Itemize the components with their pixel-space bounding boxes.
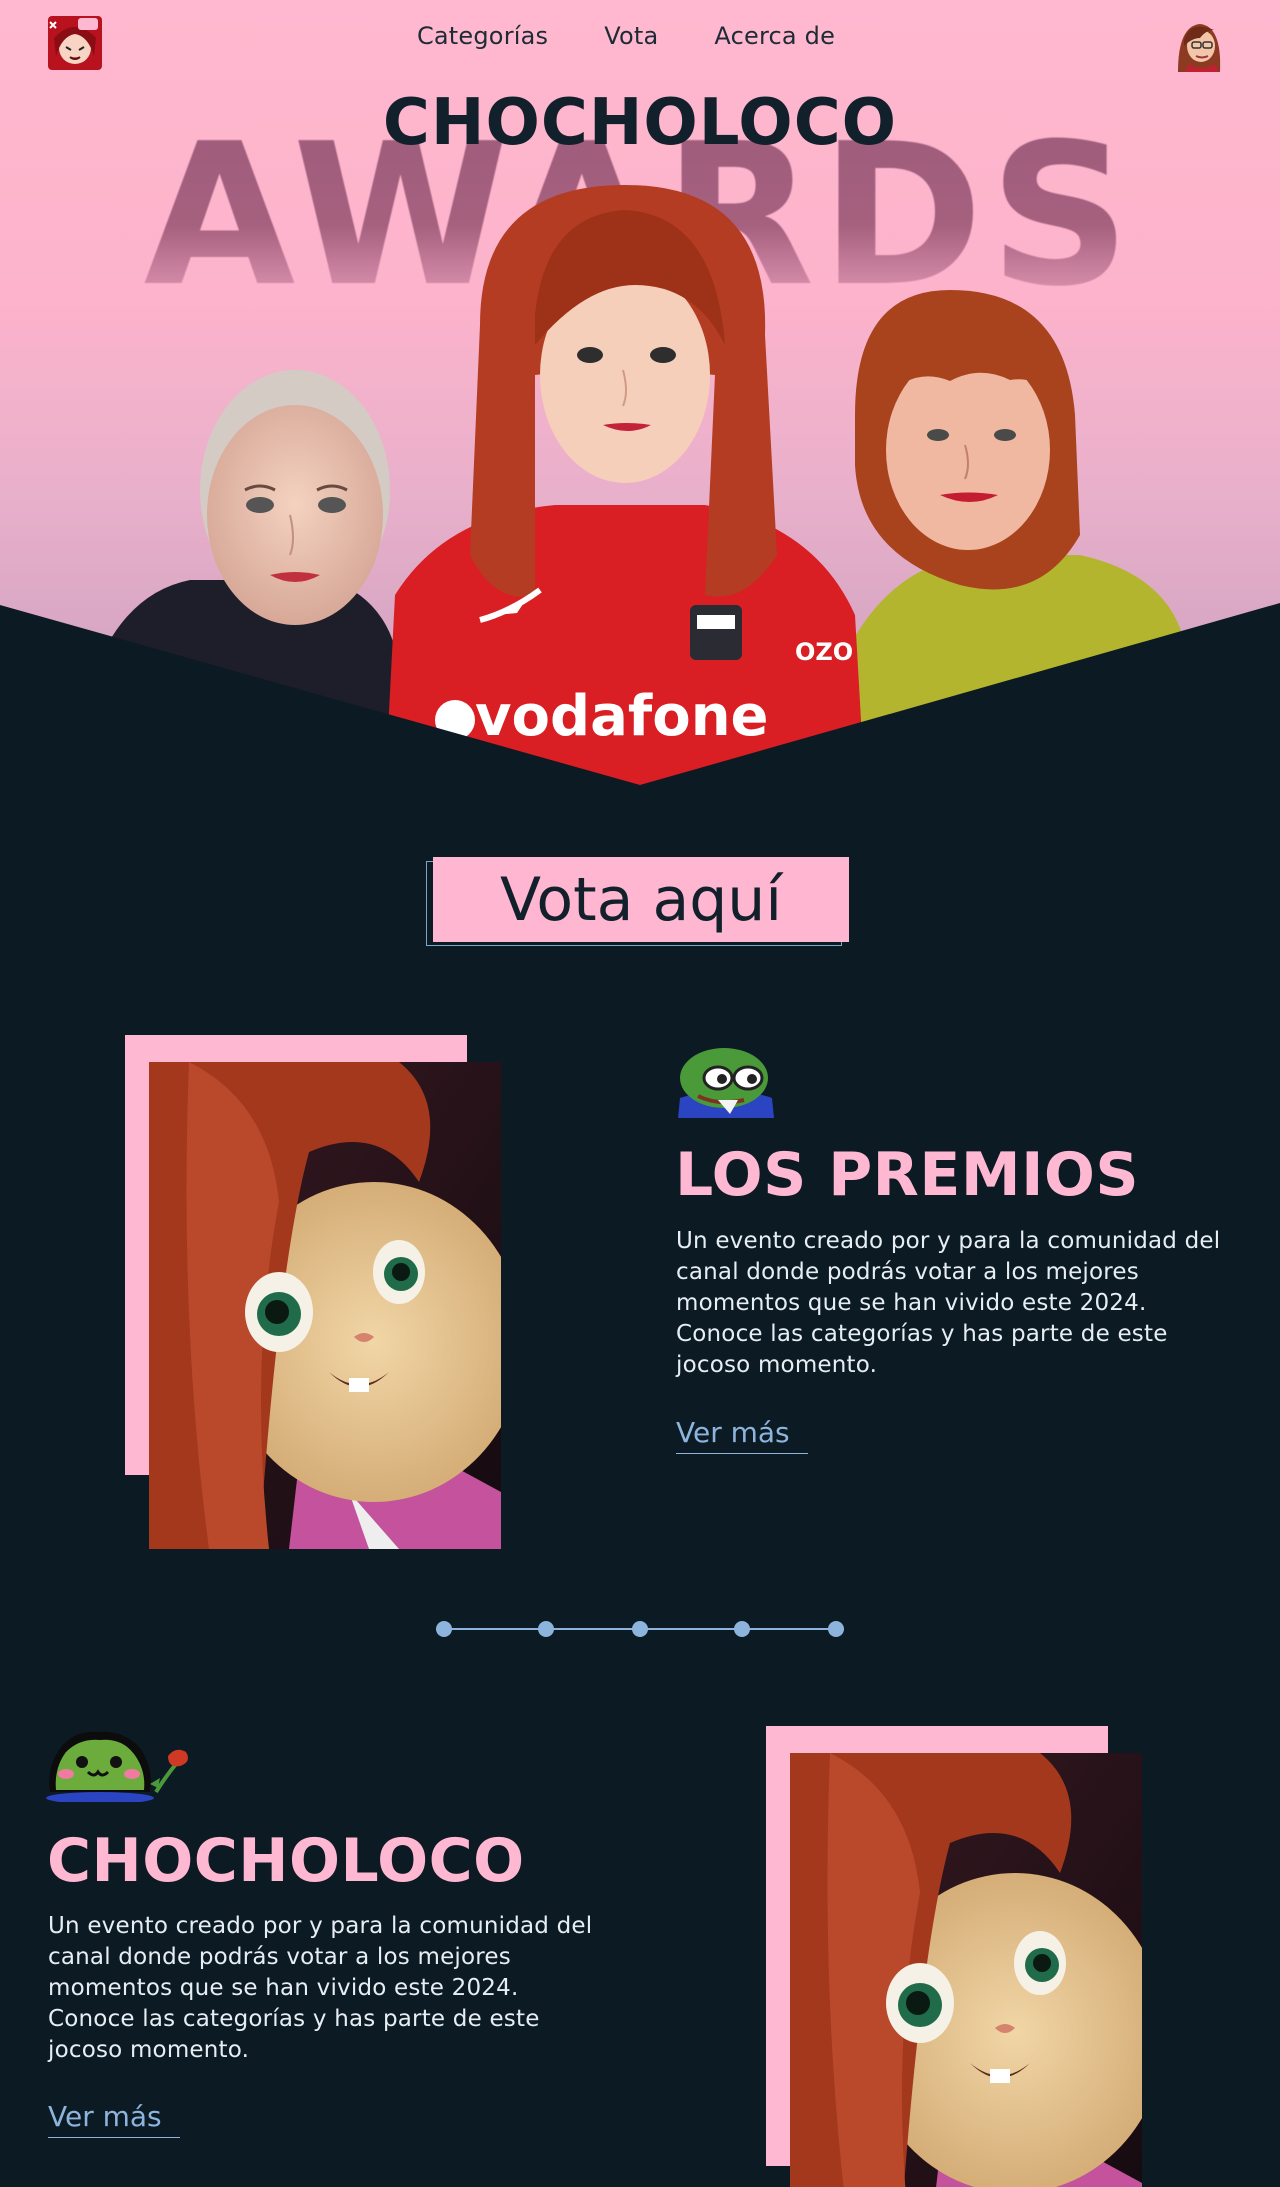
chipmunk-character-image <box>790 1753 1142 2187</box>
ver-mas-link-chocholoco[interactable]: Ver más <box>48 2100 180 2138</box>
section-title-premios: LOS PREMIOS <box>675 1140 1140 1210</box>
carousel-dot-1[interactable] <box>436 1621 452 1637</box>
hero-bottom-wedge <box>0 603 1280 790</box>
hero-section: Categorías Vota Acerca de AWARDS CHOCHOL… <box>0 0 1280 790</box>
carousel-dot-4[interactable] <box>734 1621 750 1637</box>
ver-mas-link-premios[interactable]: Ver más <box>676 1416 808 1454</box>
section-text-premios: Un evento creado por y para la comunidad… <box>676 1228 1221 1378</box>
pepe-glasses-emote-icon <box>678 1038 774 1118</box>
carousel-dot-5[interactable] <box>828 1621 844 1637</box>
section-text-chocholoco: Un evento creado por y para la comunidad… <box>48 1913 593 2063</box>
section-title-chocholoco: CHOCHOLOCO <box>47 1826 525 1896</box>
vote-cta: Vota aquí <box>426 857 849 949</box>
vote-here-button[interactable]: Vota aquí <box>433 857 849 942</box>
premios-image-frame <box>125 1035 505 1550</box>
carousel-dot-2[interactable] <box>538 1621 554 1637</box>
carousel-dot-3[interactable] <box>632 1621 648 1637</box>
frog-flower-emote-icon <box>46 1726 196 1804</box>
chipmunk-character-image <box>149 1062 501 1549</box>
chocholoco-image-frame <box>766 1726 1146 2187</box>
carousel-pagination <box>436 1620 844 1638</box>
